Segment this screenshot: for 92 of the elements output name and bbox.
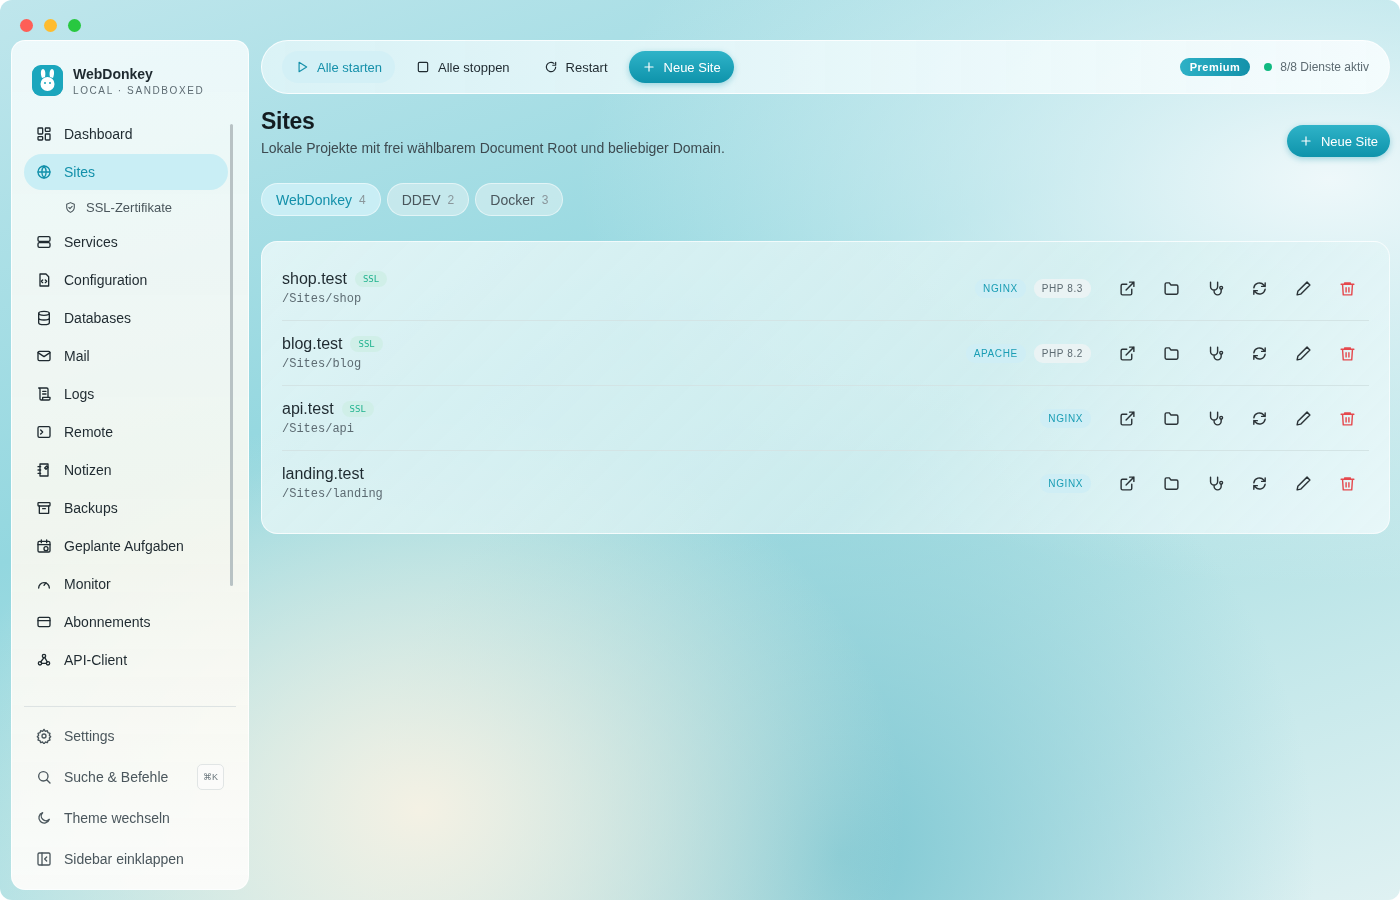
external-link-icon	[1118, 409, 1136, 427]
archive-icon	[36, 500, 52, 516]
search-icon	[36, 768, 52, 785]
sidebar-item[interactable]: Dashboard	[24, 116, 228, 152]
php-version-badge: PHP 8.2	[1033, 343, 1091, 363]
site-name: api.test	[282, 400, 334, 418]
sidebar-item[interactable]: Backups	[24, 490, 228, 526]
rabbit-logo-icon	[32, 65, 63, 96]
app-name: WebDonkey	[73, 65, 154, 82]
refresh-icon	[1250, 344, 1268, 362]
edit-icon	[1294, 474, 1312, 492]
delete-icon	[1338, 279, 1356, 297]
ssl-badge: SSL	[341, 401, 374, 417]
site-path: /Sites/blog	[282, 357, 363, 371]
database-icon	[36, 310, 52, 326]
status-dot	[1264, 63, 1273, 71]
sidebar-footer-item[interactable]: Suche & Befehle ⌘K	[24, 756, 236, 797]
scroll-icon	[36, 386, 52, 402]
app-subtitle: LOCAL · SANDBOXED	[73, 84, 205, 96]
site-name: blog.test	[282, 335, 343, 353]
sidebar-subitem[interactable]: SSL-Zertifikate	[24, 192, 172, 222]
plan-badge: Premium	[1179, 58, 1251, 76]
services-status: 8/8 Dienste aktiv	[1280, 60, 1369, 74]
restart-icon	[543, 60, 558, 74]
globe-icon	[36, 164, 52, 180]
square-icon	[416, 60, 431, 74]
delete-icon	[1338, 409, 1356, 427]
sidebar-item[interactable]: Notizen	[24, 452, 228, 488]
external-link-icon	[1118, 344, 1136, 362]
toolbar-button[interactable]: Alle stoppen	[403, 51, 523, 83]
delete-icon	[1338, 344, 1356, 362]
notebook-icon	[36, 462, 52, 478]
page-description: Lokale Projekte mit frei wählbarem Document Root und beliebiger Domain.	[261, 140, 725, 156]
play-icon	[295, 60, 309, 74]
sidebar-footer-item[interactable]: Theme wechseln	[24, 797, 236, 838]
server-badge: NGINX	[1040, 473, 1091, 493]
calendar-clock-icon	[36, 538, 52, 554]
ssl-badge: SSL	[354, 271, 388, 287]
settings-icon	[36, 727, 52, 744]
folder-icon	[1162, 344, 1180, 362]
tab[interactable]: Docker 3	[475, 183, 564, 216]
edit-icon	[1294, 344, 1312, 362]
mail-icon	[36, 348, 52, 364]
dashboard-icon	[36, 126, 52, 142]
tab[interactable]: DDEV 2	[386, 183, 470, 216]
sidebar-item[interactable]: Services	[24, 224, 228, 260]
sidebar-item[interactable]: Databases	[24, 300, 228, 336]
sidebar-item[interactable]: Logs	[24, 376, 228, 412]
sidebar-footer-item[interactable]: Sidebar einklappen	[24, 838, 236, 879]
sidebar-footer-item[interactable]: Settings	[24, 715, 236, 756]
folder-icon	[1162, 474, 1180, 492]
sidebar-item[interactable]: Configuration	[24, 262, 228, 298]
delete-icon	[1338, 474, 1356, 492]
refresh-icon	[1250, 409, 1268, 427]
site-path: /Sites/shop	[282, 292, 363, 306]
webhook-icon	[36, 652, 52, 668]
server-badge: NGINX	[1040, 408, 1091, 428]
site-name: landing.test	[282, 465, 364, 483]
refresh-icon	[1250, 279, 1268, 297]
external-link-icon	[1118, 474, 1136, 492]
folder-icon	[1162, 279, 1180, 297]
sidebar-item[interactable]: API-Client	[24, 642, 228, 678]
server-icon	[36, 234, 52, 250]
card-icon	[36, 614, 52, 630]
site-name: shop.test	[282, 270, 347, 288]
sidebar-collapse-icon	[36, 850, 52, 867]
shortcut-key: ⌘K	[197, 763, 224, 790]
sidebar-item[interactable]: Geplante Aufgaben	[24, 528, 228, 564]
site-path: /Sites/api	[282, 422, 355, 436]
code-file-icon	[36, 272, 52, 288]
sidebar-item[interactable]: Mail	[24, 338, 228, 374]
scrollbar[interactable]	[230, 124, 233, 586]
shield-check-icon	[64, 200, 77, 214]
plus-icon	[641, 60, 656, 74]
page-title: Sites	[261, 108, 316, 135]
site-path: /Sites/landing	[282, 487, 383, 501]
edit-icon	[1294, 409, 1312, 427]
sidebar-item[interactable]: Monitor	[24, 566, 228, 602]
sidebar-item[interactable]: Remote	[24, 414, 228, 450]
folder-icon	[1162, 409, 1180, 427]
toolbar-button[interactable]: Restart	[530, 51, 621, 83]
ssl-badge: SSL	[350, 336, 383, 352]
server-badge: NGINX	[975, 278, 1026, 298]
edit-icon	[1294, 279, 1312, 297]
terminal-icon	[36, 424, 52, 440]
external-link-icon	[1118, 279, 1136, 297]
php-version-badge: PHP 8.3	[1033, 278, 1091, 298]
sidebar-item[interactable]: Abonnements	[24, 604, 228, 640]
server-badge: APACHE	[965, 343, 1026, 363]
moon-icon	[36, 809, 52, 826]
plus-icon	[1298, 134, 1313, 148]
refresh-icon	[1250, 474, 1268, 492]
